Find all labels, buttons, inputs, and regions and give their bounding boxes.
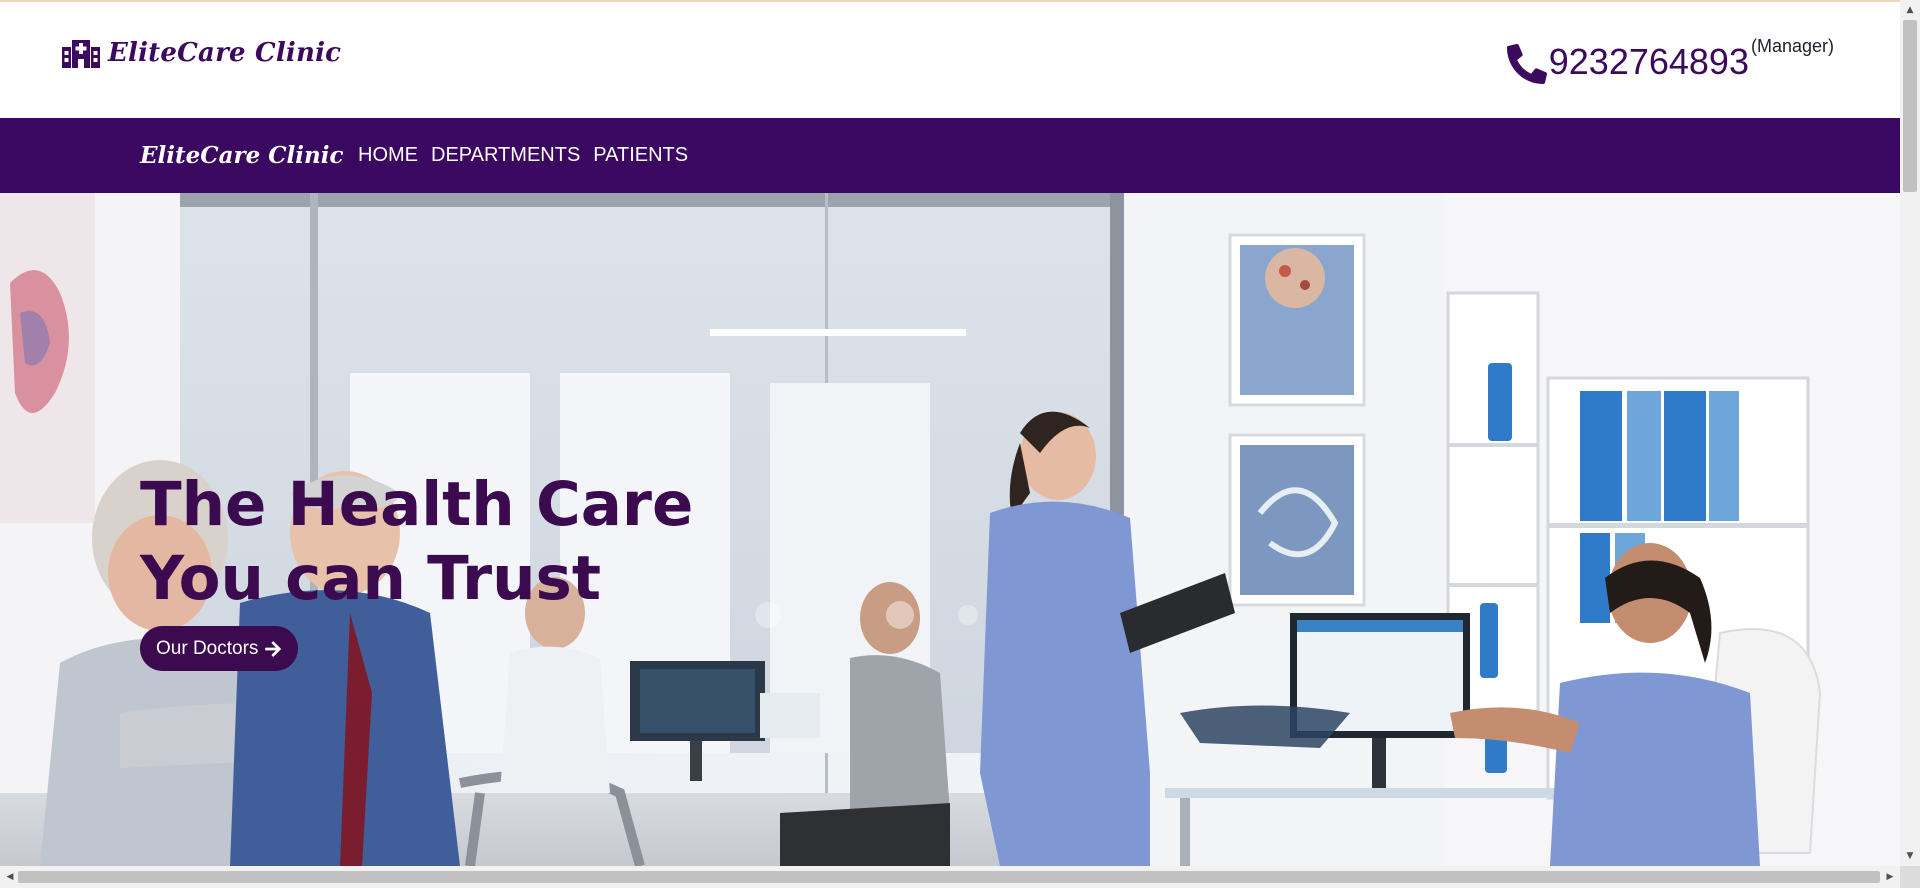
- hospital-icon: [62, 40, 100, 68]
- horizontal-scrollbar-thumb[interactable]: [18, 871, 1880, 883]
- navbar-brand[interactable]: EliteCare Clinic: [140, 142, 343, 169]
- nav-link-departments[interactable]: DEPARTMENTS: [431, 144, 580, 167]
- phone-icon: [1506, 44, 1547, 84]
- vertical-scrollbar[interactable]: ▲ ▼: [1900, 0, 1920, 866]
- scroll-right-arrow-icon[interactable]: ▶: [1880, 867, 1900, 887]
- phone-role-label: (Manager): [1750, 36, 1834, 56]
- our-doctors-button[interactable]: Our Doctors: [140, 626, 299, 671]
- scroll-down-arrow-icon[interactable]: ▼: [1900, 846, 1920, 866]
- nav-link-patients[interactable]: PATIENTS: [593, 144, 688, 167]
- scrollbar-corner: [1900, 866, 1920, 888]
- vertical-scrollbar-thumb[interactable]: [1903, 20, 1917, 192]
- horizontal-scrollbar[interactable]: ◀ ▶: [0, 866, 1900, 888]
- phone-number[interactable]: 9232764893: [1549, 36, 1749, 88]
- top-header: EliteCare Clinic 9232764893 (Manager): [0, 2, 1900, 117]
- hero-title: The Health Care You can Trust: [140, 469, 694, 614]
- our-doctors-button-label: Our Doctors: [156, 637, 259, 659]
- hero-section: The Health Care You can Trust Our Doctor…: [0, 193, 1900, 866]
- page-viewport: EliteCare Clinic 9232764893 (Manager) El…: [0, 0, 1900, 866]
- header-brand-name: EliteCare Clinic: [108, 38, 342, 68]
- arrow-right-icon: [265, 640, 282, 657]
- scroll-up-arrow-icon[interactable]: ▲: [1900, 0, 1920, 20]
- header-brand-logo[interactable]: EliteCare Clinic: [62, 38, 341, 68]
- scroll-left-arrow-icon[interactable]: ◀: [0, 867, 20, 887]
- main-navbar: EliteCare Clinic HOME DEPARTMENTS PATIEN…: [0, 118, 1900, 193]
- nav-link-home[interactable]: HOME: [358, 144, 418, 167]
- nav-links: HOME DEPARTMENTS PATIENTS: [358, 144, 688, 167]
- contact-phone: 9232764893 (Manager): [1506, 36, 1834, 88]
